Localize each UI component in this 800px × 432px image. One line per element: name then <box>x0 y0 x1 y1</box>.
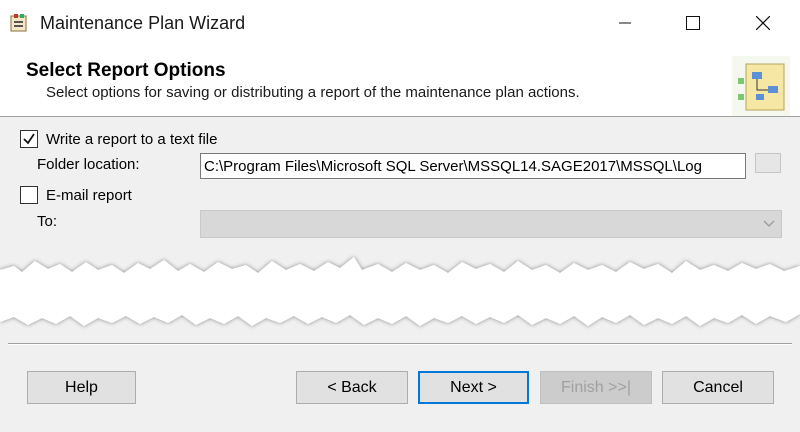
write-report-checkbox[interactable] <box>20 130 38 148</box>
close-icon <box>756 16 770 30</box>
to-label: To: <box>37 213 58 230</box>
folder-location-label: Folder location: <box>37 156 140 173</box>
write-report-label: Write a report to a text file <box>46 131 218 148</box>
checkmark-icon <box>23 133 35 145</box>
chevron-down-icon <box>763 220 775 227</box>
maintenance-plan-app-icon <box>10 13 30 33</box>
folder-location-input[interactable] <box>200 153 746 179</box>
cancel-button[interactable]: Cancel <box>662 371 774 404</box>
window-title: Maintenance Plan Wizard <box>40 13 246 33</box>
close-button[interactable] <box>740 0 786 46</box>
maximize-icon <box>686 16 700 30</box>
finish-button[interactable]: Finish >>| <box>540 371 652 404</box>
help-button[interactable]: Help <box>27 371 136 404</box>
page-subtitle: Select options for saving or distributin… <box>46 84 580 101</box>
browse-folder-button[interactable] <box>755 153 781 173</box>
email-report-checkbox[interactable] <box>20 186 38 204</box>
wizard-banner-icon <box>732 56 790 116</box>
email-report-label: E-mail report <box>46 187 132 204</box>
maximize-button[interactable] <box>670 0 716 46</box>
minimize-icon <box>619 22 631 24</box>
footer-divider-highlight <box>8 344 792 345</box>
torn-edge-graphic <box>0 257 800 326</box>
back-button[interactable]: < Back <box>296 371 408 404</box>
next-button[interactable]: Next > <box>418 371 529 404</box>
page-title: Select Report Options <box>26 60 226 81</box>
to-operator-select[interactable] <box>200 210 782 238</box>
minimize-button[interactable] <box>602 0 648 46</box>
